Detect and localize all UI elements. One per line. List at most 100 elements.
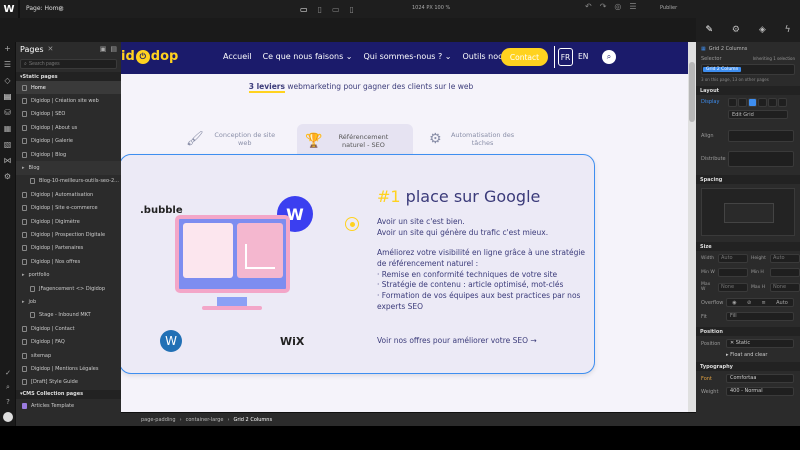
list-item[interactable]: sitemap — [16, 349, 121, 362]
layout-section-header[interactable]: Layout — [696, 86, 800, 95]
distribute-controls[interactable] — [728, 151, 794, 167]
width-input[interactable]: Auto — [718, 254, 748, 263]
design-canvas[interactable]: id ⏻ dop Accueil Ce que nous faisons ⌄ Q… — [121, 42, 696, 412]
logic-icon[interactable]: ⋈ — [4, 156, 12, 165]
list-item[interactable]: Digidop | Contact — [16, 322, 121, 335]
overflow-controls[interactable]: ◉ ⊘ ≡ Auto — [726, 298, 794, 307]
nav-services[interactable]: Ce que nous faisons ⌄ — [263, 52, 353, 61]
new-folder-icon[interactable]: ▣ — [100, 45, 107, 53]
fit-select[interactable]: Fill — [726, 312, 794, 321]
list-item[interactable]: Digidop | Nos offres — [16, 255, 121, 268]
list-item[interactable]: [Draft] Style Guide — [16, 376, 121, 389]
selector-field[interactable]: Grid 2 Column — [701, 64, 795, 75]
list-item[interactable]: Blog-10-meilleurs-outils-seo-2... — [16, 175, 121, 188]
min-width-input[interactable] — [718, 268, 748, 277]
size-section-header[interactable]: Size — [696, 242, 800, 251]
max-height-input[interactable]: None — [770, 282, 800, 292]
pages-icon[interactable]: ▤ — [4, 92, 12, 101]
interactions-icon[interactable]: ϟ — [785, 25, 791, 35]
list-item[interactable]: Digidop | Site e-commerce — [16, 202, 121, 215]
folder-item[interactable]: ▸ job — [16, 295, 121, 308]
max-width-input[interactable]: None — [718, 282, 748, 292]
breadcrumb-item[interactable]: page-padding — [141, 417, 176, 423]
mobile-landscape-icon[interactable]: ▭ — [332, 5, 340, 14]
list-item[interactable]: Digidop | Digimètre — [16, 215, 121, 228]
desktop-breakpoint-icon[interactable]: ▭ — [300, 5, 308, 14]
site-logo[interactable]: id ⏻ dop — [121, 49, 178, 64]
preview-icon[interactable]: ◎ — [614, 2, 621, 11]
avatar[interactable] — [3, 412, 13, 422]
position-select[interactable]: ✕ Static — [726, 339, 794, 348]
search-icon[interactable]: ⌕ — [6, 383, 10, 392]
tablet-breakpoint-icon[interactable]: ▯ — [318, 5, 322, 14]
typography-section-header[interactable]: Typography — [696, 362, 800, 371]
list-item[interactable]: Digidop | SEO — [16, 108, 121, 121]
font-select[interactable]: Comfortaa — [726, 374, 794, 383]
tab-automation[interactable]: ⚙ Automatisation des tâches — [429, 122, 539, 156]
webflow-logo-icon[interactable]: W — [2, 0, 16, 18]
lang-en[interactable]: EN — [578, 52, 588, 61]
list-item[interactable]: Digidop | Galerie — [16, 135, 121, 148]
list-item[interactable]: Articles Template — [16, 399, 121, 412]
breadcrumb-item[interactable]: Grid 2 Columns — [233, 417, 272, 423]
close-icon[interactable]: ✕ — [48, 45, 54, 53]
list-item[interactable]: Digidop | Mentions Légales — [16, 362, 121, 375]
list-item[interactable]: Digidop | FAQ — [16, 335, 121, 348]
seo-offers-link[interactable]: Voir nos offres pour améliorer votre SEO… — [377, 336, 537, 345]
spacing-section-header[interactable]: Spacing — [696, 175, 800, 184]
static-pages-header[interactable]: ▾ Static pages — [16, 72, 121, 81]
cms-pages-header[interactable]: ▾ CMS Collection pages — [16, 389, 121, 399]
symbols-icon[interactable]: ◇ — [4, 76, 10, 85]
min-height-input[interactable] — [770, 268, 800, 277]
list-item[interactable]: Stage - Inbound MKT — [16, 309, 121, 322]
cms-icon[interactable]: ⛁ — [4, 108, 11, 117]
height-input[interactable]: Auto — [770, 254, 800, 263]
list-item[interactable]: Home — [16, 81, 121, 95]
list-item[interactable]: Digidop | Blog — [16, 148, 121, 161]
canvas-scrollbar[interactable] — [689, 62, 695, 122]
undo-icon[interactable]: ↶ — [585, 2, 592, 11]
style-panel-icon[interactable]: ✎ — [705, 25, 713, 35]
share-icon[interactable]: ☰ — [629, 2, 636, 11]
ecommerce-icon[interactable]: ▦ — [4, 124, 12, 133]
nav-about[interactable]: Qui sommes-nous ? ⌄ — [363, 52, 451, 61]
settings-panel-icon[interactable]: ⚙ — [732, 25, 740, 35]
settings-icon[interactable]: ⚙ — [4, 172, 11, 181]
gear-icon[interactable]: ⚙ — [56, 3, 66, 15]
lang-fr[interactable]: FR — [558, 48, 573, 66]
navigator-icon[interactable]: ☰ — [4, 60, 11, 69]
seo-card[interactable]: .bubble W W WiX #1 place sur Google Avoi… — [121, 154, 595, 374]
folder-item[interactable]: ▸ Blog — [16, 161, 121, 175]
style-manager-icon[interactable]: ◈ — [759, 25, 766, 35]
search-pages-input[interactable] — [28, 61, 109, 67]
search-icon[interactable]: ⌕ — [602, 50, 616, 64]
help-icon[interactable]: ? — [6, 398, 10, 406]
assets-icon[interactable]: ▧ — [4, 140, 12, 149]
edit-grid-button[interactable]: Edit Grid — [728, 110, 788, 119]
align-controls[interactable] — [728, 130, 794, 142]
float-clear-toggle[interactable]: ▸ Float and clear — [696, 351, 800, 358]
position-section-header[interactable]: Position — [696, 327, 800, 336]
tab-seo[interactable]: 🏆 Référencement naturel - SEO — [297, 124, 413, 156]
contact-button[interactable]: Contact — [501, 48, 548, 66]
mobile-portrait-icon[interactable]: ▯ — [350, 5, 354, 14]
list-item[interactable]: Digidop | About us — [16, 121, 121, 134]
tab-web-design[interactable]: 🖌 Conception de site web — [186, 122, 296, 156]
breadcrumb-item[interactable]: container-large — [186, 417, 224, 423]
nav-home[interactable]: Accueil — [223, 52, 252, 61]
spacing-box[interactable] — [701, 188, 795, 236]
list-item[interactable]: Digidop | Prospection Digitale — [16, 228, 121, 241]
publish-button[interactable]: Publier — [660, 5, 677, 11]
list-item[interactable]: Digidop | Automatisation — [16, 188, 121, 201]
add-element-icon[interactable]: + — [4, 44, 11, 53]
list-item[interactable]: JFagencement <> Digidop — [16, 282, 121, 295]
redo-icon[interactable]: ↷ — [600, 2, 607, 11]
folder-item[interactable]: ▸ portfolio — [16, 268, 121, 281]
list-item[interactable]: Digidop | Partenaires — [16, 242, 121, 255]
wordpress-logo-icon: W — [160, 330, 182, 352]
weight-select[interactable]: 400 - Normal — [726, 387, 794, 396]
list-item[interactable]: Digidop | Création site web — [16, 94, 121, 107]
display-options[interactable] — [728, 98, 787, 107]
new-page-icon[interactable]: ▤ — [110, 45, 117, 53]
audit-icon[interactable]: ✓ — [5, 369, 11, 377]
